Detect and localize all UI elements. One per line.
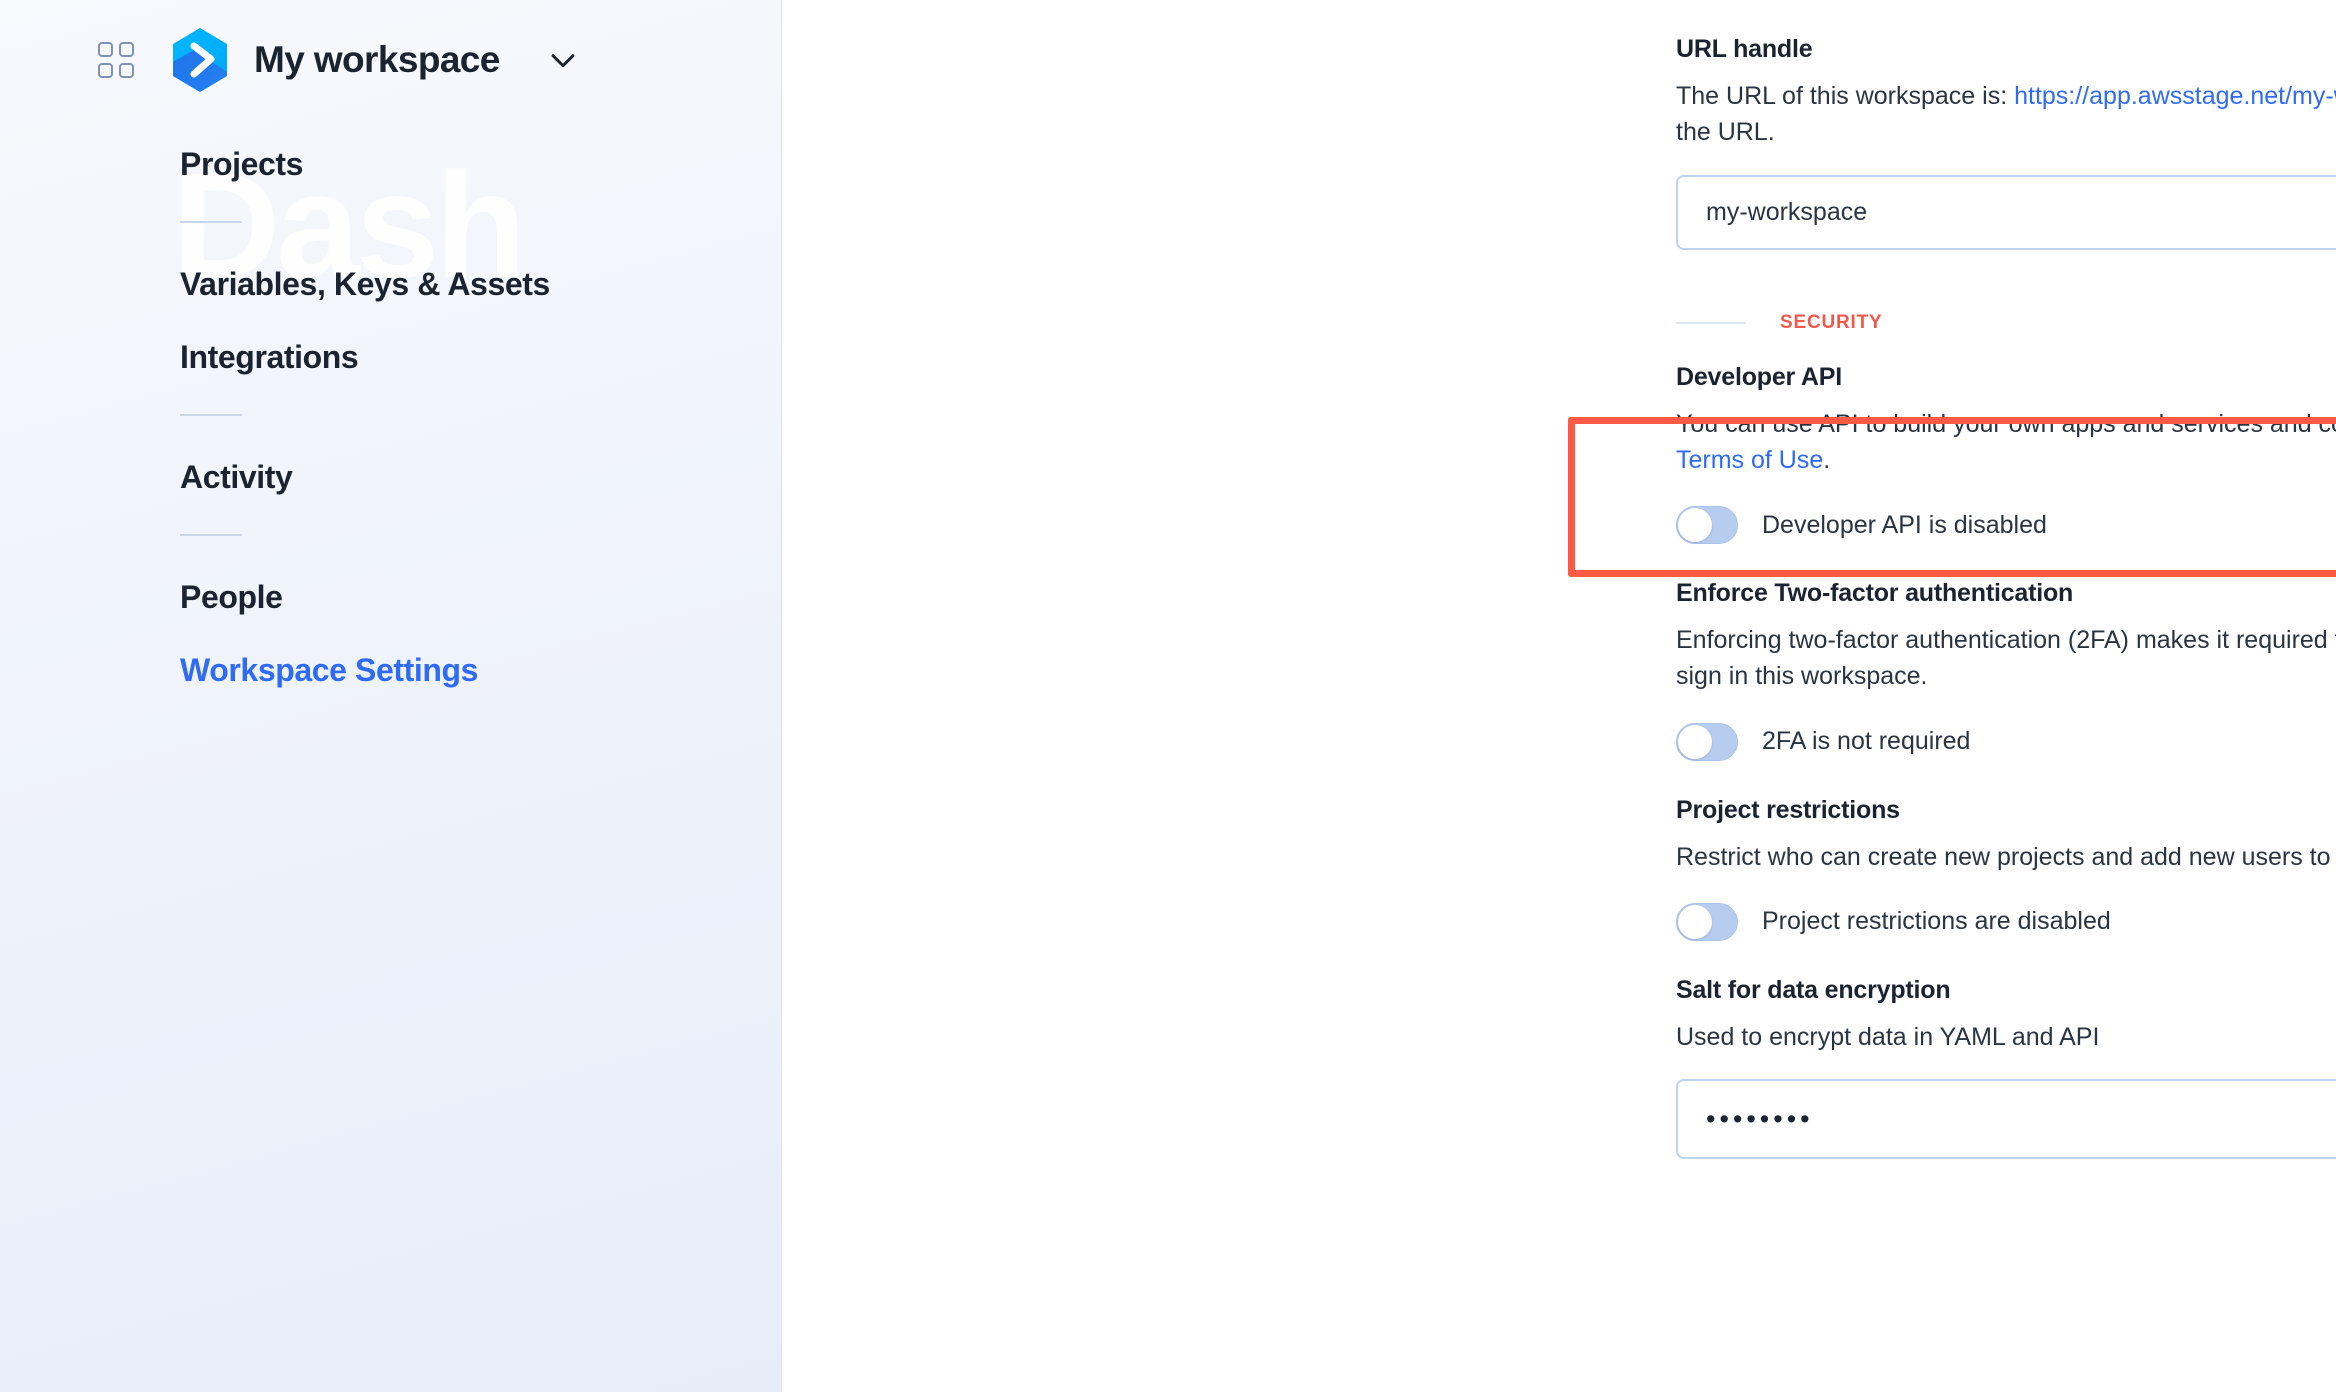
two-factor-title: Enforce Two-factor authentication — [1676, 579, 2074, 607]
grid-icon[interactable] — [98, 42, 134, 78]
url-handle-description: The URL of this workspace is: https://ap… — [1676, 78, 2336, 151]
two-factor-toggle[interactable] — [1676, 722, 1738, 761]
section-rule — [1676, 321, 1746, 324]
security-section-header: SECURITY — [1676, 312, 2336, 334]
settings-form: URL handle The URL of this workspace is:… — [1676, 34, 2336, 1159]
sidebar-item-integrations[interactable]: Integrations — [180, 341, 781, 373]
terms-of-use-link[interactable]: Terms of Use — [1676, 446, 1823, 474]
grid-icon-cell — [98, 42, 113, 57]
buddy-logo-icon — [172, 28, 228, 92]
sidebar-item-projects[interactable]: Projects — [180, 148, 781, 180]
developer-api-desc-before: You can use API to build your own apps a… — [1676, 409, 2336, 438]
two-factor-toggle-label: 2FA is not required — [1762, 727, 1971, 755]
two-factor-description: Enforcing two-factor authentication (2FA… — [1676, 626, 2336, 691]
project-restrictions-title: Project restrictions — [1676, 795, 1900, 824]
sidebar-separator — [180, 414, 242, 416]
workspace-url-link[interactable]: https://app.awsstage.net/my-workspace — [2014, 82, 2336, 110]
toggle-knob — [1678, 508, 1712, 542]
developer-api-title: Developer API — [1676, 362, 1842, 391]
salt-description: Used to encrypt data in YAML and API — [1676, 1022, 2100, 1051]
sidebar-item-activity[interactable]: Activity — [180, 461, 781, 493]
sidebar-group-activity: Activity — [180, 461, 781, 493]
two-factor-section: Enforce Two-factor authentication Enforc… — [1676, 578, 2336, 761]
project-restrictions-toggle[interactable] — [1676, 902, 1738, 941]
project-restrictions-toggle-label: Project restrictions are disabled — [1762, 907, 2111, 936]
developer-api-toggle-label: Developer API is disabled — [1762, 510, 2047, 539]
sidebar-item-variables-keys-assets[interactable]: Variables, Keys & Assets — [180, 268, 781, 300]
security-section-label: SECURITY — [1780, 311, 1883, 333]
main-content: URL handle The URL of this workspace is:… — [782, 0, 2336, 1392]
sidebar-group-resources: Variables, Keys & Assets Integrations — [180, 268, 781, 373]
sidebar-separator — [180, 221, 242, 223]
sidebar-separator — [180, 534, 242, 536]
salt-section: Salt for data encryption Used to encrypt… — [1676, 975, 2336, 1159]
project-restrictions-toggle-row: Project restrictions are disabled — [1676, 902, 2336, 941]
chevron-down-icon[interactable] — [546, 43, 580, 77]
developer-api-desc-after: . — [1823, 445, 1831, 474]
toggle-knob — [1678, 904, 1712, 939]
app-root: Dash My workspace Projects Variables, Ke… — [0, 0, 2336, 1392]
sidebar: Dash My workspace Projects Variables, Ke… — [0, 0, 782, 1392]
sidebar-nav: Projects Variables, Keys & Assets Integr… — [0, 148, 781, 727]
grid-icon-cell — [119, 63, 134, 78]
url-handle-title: URL handle — [1676, 35, 1813, 63]
developer-api-toggle[interactable] — [1676, 506, 1738, 544]
url-handle-input[interactable]: my-workspace — [1676, 174, 2336, 250]
url-handle-section: URL handle The URL of this workspace is:… — [1676, 34, 2336, 250]
two-factor-toggle-row: 2FA is not required — [1676, 722, 2336, 761]
grid-icon-cell — [119, 42, 134, 57]
sidebar-item-workspace-settings[interactable]: Workspace Settings — [180, 654, 781, 686]
sidebar-item-people[interactable]: People — [180, 581, 781, 613]
workspace-title: My workspace — [254, 39, 500, 80]
salt-input[interactable]: •••••••• — [1678, 1105, 1814, 1133]
salt-input-wrapper: •••••••• — [1676, 1079, 2336, 1159]
workspace-header: My workspace — [0, 0, 781, 120]
grid-icon-cell — [98, 63, 113, 78]
project-restrictions-description: Restrict who can create new projects and… — [1676, 842, 2336, 871]
developer-api-toggle-row: Developer API is disabled — [1676, 506, 2336, 544]
project-restrictions-section: Project restrictions Restrict who can cr… — [1676, 795, 2336, 941]
url-handle-desc-before: The URL of this workspace is: — [1676, 82, 2015, 110]
salt-title: Salt for data encryption — [1676, 975, 1951, 1004]
sidebar-group-admin: People Workspace Settings — [180, 581, 781, 686]
sidebar-group-projects: Projects — [180, 148, 781, 180]
developer-api-section: Developer API You can use API to build y… — [1676, 362, 2336, 544]
toggle-knob — [1678, 724, 1712, 759]
developer-api-description: You can use API to build your own apps a… — [1676, 406, 2336, 479]
